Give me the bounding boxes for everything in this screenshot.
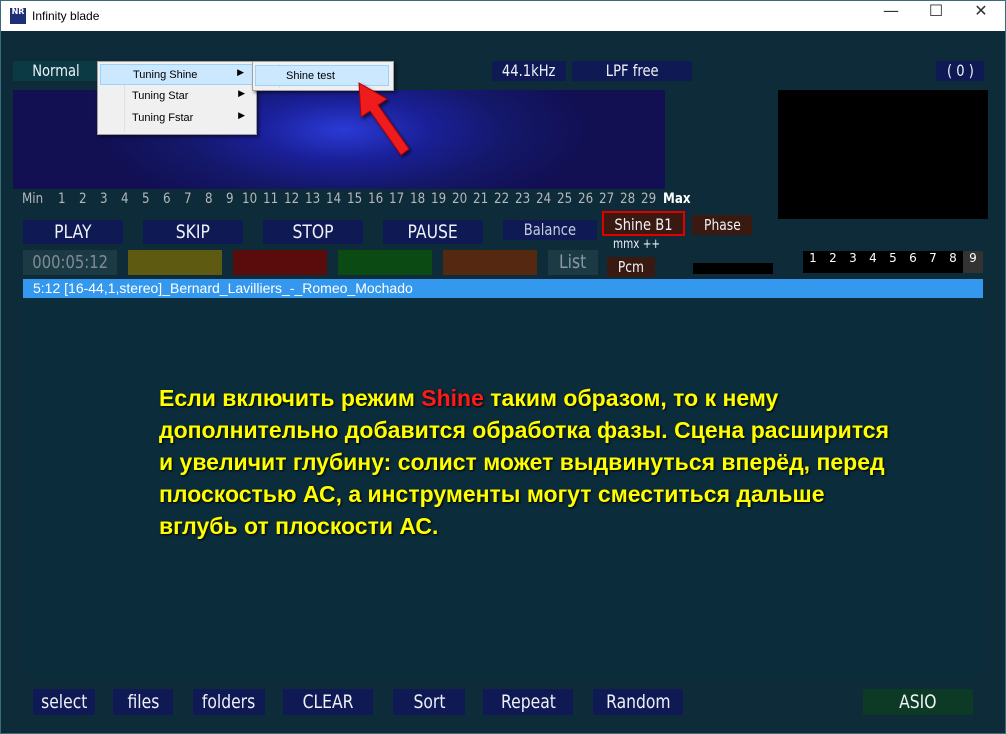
color-slot-brown[interactable] <box>443 250 537 275</box>
scale-tick: 1 <box>58 191 66 207</box>
tuning-context-menu: Tuning Shine ▶ Tuning Star ▶ Tuning Fstar ▶ <box>97 61 257 135</box>
app-window: NR Infinity blade — ☐ ✕ Normal 44.1kHz L… <box>0 0 1006 734</box>
scale-tick: 8 <box>205 191 213 207</box>
menu-item-tuning-star[interactable]: Tuning Star ▶ <box>100 86 254 107</box>
annotation-highlight: Shine <box>421 385 484 411</box>
preset-1[interactable]: 1 <box>803 251 823 273</box>
scale-tick: 10 <box>242 191 258 207</box>
submenu-arrow-icon: ▶ <box>238 111 245 121</box>
close-button[interactable]: ✕ <box>958 1 1004 31</box>
phase-button[interactable]: Phase <box>692 215 752 235</box>
color-slot-red[interactable] <box>233 250 327 275</box>
minimize-button[interactable]: — <box>868 1 914 31</box>
skip-button[interactable]: SKIP <box>143 220 243 244</box>
maximize-button[interactable]: ☐ <box>913 1 959 31</box>
asio-button[interactable]: ASIO <box>863 689 973 715</box>
play-button[interactable]: PLAY <box>23 220 123 244</box>
preset-selector: 1 2 3 4 5 6 7 8 9 <box>803 251 983 273</box>
random-button[interactable]: Random <box>593 689 683 715</box>
window-title: Infinity blade <box>32 9 100 23</box>
menu-item-tuning-fstar[interactable]: Tuning Fstar ▶ <box>100 108 254 129</box>
shine-button[interactable]: Shine B1 <box>602 211 685 236</box>
preset-5[interactable]: 5 <box>883 251 903 273</box>
preset-6[interactable]: 6 <box>903 251 923 273</box>
annotation-text: Если включить режим Shine таким образом,… <box>159 385 889 539</box>
scale-tick: 2 <box>79 191 87 207</box>
scale-min-label: Min <box>22 191 44 207</box>
scale-tick: 22 <box>494 191 510 207</box>
sample-rate-display: 44.1kHz <box>492 61 566 81</box>
pcm-button[interactable]: Pcm <box>607 257 655 277</box>
scale-tick: 17 <box>389 191 405 207</box>
playlist-row-selected[interactable]: 5:12 [16-44,1,stereo]_Bernard_Lavilliers… <box>23 279 983 298</box>
scale-tick: 3 <box>100 191 108 207</box>
mode-selector[interactable]: Normal <box>13 61 99 81</box>
scale-tick: 27 <box>599 191 615 207</box>
scale-tick: 5 <box>142 191 150 207</box>
scale-tick: 9 <box>226 191 234 207</box>
title-bar: NR Infinity blade — ☐ ✕ <box>1 1 1005 31</box>
time-display: 000:05:12 <box>23 250 117 275</box>
output-meter <box>693 263 773 274</box>
balance-button[interactable]: Balance <box>503 220 597 240</box>
preset-9[interactable]: 9 <box>963 251 983 273</box>
select-button[interactable]: select <box>33 689 95 715</box>
color-slot-yellow[interactable] <box>128 250 222 275</box>
scale-tick: 15 <box>347 191 363 207</box>
scale-tick: 16 <box>368 191 384 207</box>
counter-display: ( 0 ) <box>936 61 984 81</box>
scale-tick: 26 <box>578 191 594 207</box>
preset-4[interactable]: 4 <box>863 251 883 273</box>
video-panel <box>778 90 988 219</box>
scale-tick: 20 <box>452 191 468 207</box>
scale-tick: 14 <box>326 191 342 207</box>
preset-2[interactable]: 2 <box>823 251 843 273</box>
player-area: Normal 44.1kHz LPF free ( 0 ) Min 1 2 3 … <box>4 31 1002 731</box>
repeat-button[interactable]: Repeat <box>483 689 573 715</box>
pause-button[interactable]: PAUSE <box>383 220 483 244</box>
scale-tick: 6 <box>163 191 171 207</box>
scale-tick: 24 <box>536 191 552 207</box>
red-arrow-icon <box>358 82 410 156</box>
preset-8[interactable]: 8 <box>943 251 963 273</box>
lpf-filter-button[interactable]: LPF free <box>572 61 692 81</box>
list-button[interactable]: List <box>548 250 598 275</box>
scale-tick: 18 <box>410 191 426 207</box>
menu-item-tuning-shine[interactable]: Tuning Shine ▶ <box>100 64 254 85</box>
clear-button[interactable]: CLEAR <box>283 689 373 715</box>
color-slot-green[interactable] <box>338 250 432 275</box>
scale-tick: 29 <box>641 191 657 207</box>
app-icon: NR <box>10 8 26 24</box>
scale-tick: 23 <box>515 191 531 207</box>
scale-tick: 19 <box>431 191 447 207</box>
scale-tick: 13 <box>305 191 321 207</box>
mmx-label: mmx ++ <box>612 237 660 252</box>
scale-tick: 11 <box>263 191 279 207</box>
submenu-arrow-icon: ▶ <box>237 68 244 78</box>
scale-tick: 7 <box>184 191 192 207</box>
track-title: 5:12 [16-44,1,stereo]_Bernard_Lavilliers… <box>33 280 413 296</box>
files-button[interactable]: files <box>113 689 173 715</box>
preset-3[interactable]: 3 <box>843 251 863 273</box>
preset-7[interactable]: 7 <box>923 251 943 273</box>
stop-button[interactable]: STOP <box>263 220 363 244</box>
scale-tick: 4 <box>121 191 129 207</box>
folders-button[interactable]: folders <box>193 689 265 715</box>
scale-tick: 12 <box>284 191 300 207</box>
scale-tick: 25 <box>557 191 573 207</box>
submenu-arrow-icon: ▶ <box>238 89 245 99</box>
scale-max-label: Max <box>663 191 691 207</box>
scale-tick: 21 <box>473 191 489 207</box>
sort-button[interactable]: Sort <box>393 689 465 715</box>
scale-tick: 28 <box>620 191 636 207</box>
